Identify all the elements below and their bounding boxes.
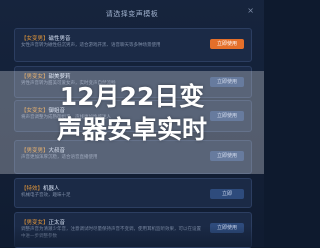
card-title: 【特效】机器人	[21, 184, 60, 192]
card-title: 【女变男】磁性男音	[21, 34, 71, 42]
card-tag: 【特效】	[21, 186, 44, 192]
template-card-1: 【女变男】磁性男音 女性声音转为磁性低沉男声，适合游戏开黑、语音聊天等多种场景使…	[14, 28, 252, 62]
card-description: 女性声音转为磁性低沉男声，适合游戏开黑、语音聊天等多种场景使用	[21, 43, 161, 48]
close-icon[interactable]: ×	[247, 7, 254, 15]
card-tag: 【女变男】	[21, 36, 49, 42]
article-headline: 12月22日变 声器安卓实时	[0, 80, 264, 146]
template-card-5: 【特效】机器人 机械电子音效，趣味十足 立即	[14, 178, 252, 208]
card-title: 【男变女】正太音	[21, 218, 65, 226]
bottom-fade	[0, 226, 264, 247]
headline-line-2: 声器安卓实时	[56, 115, 207, 144]
dialog-title: 请选择变声模板	[105, 10, 159, 18]
card-name: 磁性男音	[48, 36, 71, 42]
card-name: 机器人	[43, 186, 60, 192]
voice-template-dialog: 请选择变声模板 × 【女变男】磁性男音 女性声音转为磁性低沉男声，适合游戏开黑、…	[0, 0, 264, 248]
headline-line-1: 12月22日变	[59, 82, 205, 111]
use-now-button[interactable]: 立即	[210, 189, 244, 199]
card-description: 机械电子音效，趣味十足	[21, 193, 71, 198]
use-now-button[interactable]: 立即使用	[210, 39, 244, 49]
